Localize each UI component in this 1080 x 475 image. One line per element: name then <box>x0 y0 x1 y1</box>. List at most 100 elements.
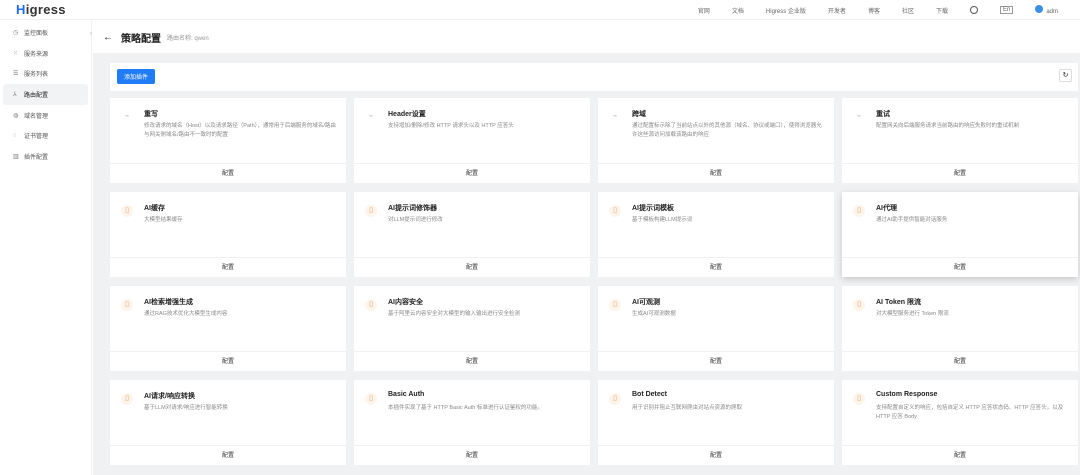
configure-button[interactable]: 配置 <box>598 351 834 371</box>
plugin-card: ▯ AI缓存 大模型结果缓存 配置 <box>110 192 346 277</box>
plugin-title: AI缓存 <box>144 205 165 212</box>
plugin-card: ▯ AI提示词模板 基于模板构建LLM提示词 配置 <box>598 192 834 277</box>
configure-button[interactable]: 配置 <box>354 257 590 277</box>
plug-icon: ⌁ <box>124 113 130 120</box>
plugin-card: ▯ AI可观测 生成AI可观测数据 配置 <box>598 286 834 371</box>
configure-button[interactable]: 配置 <box>842 257 1078 277</box>
plugin-icon: ▯ <box>609 299 621 311</box>
main-content: 添加插件 ↻ ⌁ 重写 修改请求的域名（Host）以及请求路径（Path），通常… <box>93 53 1080 475</box>
plugin-title: AI可观测 <box>632 299 660 306</box>
user-menu[interactable]: adm <box>1035 5 1080 15</box>
plugin-description: 大模型结果缓存 <box>144 217 183 223</box>
plugin-description: 生成AI可观测数据 <box>632 311 676 317</box>
sidebar-icon: ⅄ <box>13 91 17 98</box>
configure-button[interactable]: 配置 <box>110 445 346 465</box>
configure-button[interactable]: 配置 <box>354 163 590 183</box>
collapse-sidebar-icon[interactable]: ‹ <box>90 31 92 37</box>
sidebar-item[interactable]: ⅄ 路由配置 <box>3 84 88 105</box>
configure-button[interactable]: 配置 <box>110 257 346 277</box>
sidebar-item-label: 服务列表 <box>24 72 49 79</box>
configure-button[interactable]: 配置 <box>354 445 590 465</box>
plugin-icon: ▯ <box>365 205 377 217</box>
plugin-description: 本插件实现了基于 HTTP Basic Auth 标准进行认证鉴权的功能。 <box>388 405 543 411</box>
configure-button[interactable]: 配置 <box>598 163 834 183</box>
plugin-card: ⌁ Header设置 支持增加/删除/修改 HTTP 请求头以及 HTTP 应答… <box>354 98 590 183</box>
configure-button[interactable]: 配置 <box>842 163 1078 183</box>
nav-docs[interactable]: 文档 <box>732 6 744 15</box>
plugin-title: Header设置 <box>388 111 426 118</box>
plug-icon: ⌁ <box>612 113 618 120</box>
plugin-icon: ▯ <box>609 205 621 217</box>
sidebar-item-label: 插件配置 <box>24 154 49 161</box>
sidebar-item-label: 路由配置 <box>24 92 49 99</box>
plugin-card: ▯ Basic Auth 本插件实现了基于 HTTP Basic Auth 标准… <box>354 380 590 465</box>
plugin-icon: ▯ <box>365 299 377 311</box>
configure-button[interactable]: 配置 <box>842 445 1078 465</box>
plugin-card: ▯ AI请求/响应转换 基于LLM对请求/响应进行智能转换 配置 <box>110 380 346 465</box>
sidebar-item[interactable]: ▥ 插件配置 <box>3 146 88 167</box>
plug-icon: ⌁ <box>368 113 374 120</box>
language-toggle[interactable]: En <box>999 6 1014 14</box>
plugin-icon: ▯ <box>121 393 133 405</box>
plugin-card: ▯ AI提示词修饰器 对LLM提示词进行修改 配置 <box>354 192 590 277</box>
plugin-icon: ▯ <box>853 393 865 405</box>
plugin-description: 对大模型服务进行 Token 限流 <box>876 311 949 317</box>
refresh-icon[interactable]: ↻ <box>1059 69 1072 82</box>
logo[interactable]: Higress <box>16 2 66 17</box>
avatar <box>1035 5 1044 13</box>
plugin-title: AI请求/响应转换 <box>144 393 195 400</box>
top-bar: Higress 官网 文档 Higress 企业版 开发者 博客 社区 下载 E… <box>0 0 1080 20</box>
sidebar-item[interactable]: ⁙ 服务来源 <box>3 43 88 64</box>
sidebar-item-label: 监控面板 <box>24 30 49 37</box>
nav-official[interactable]: 官网 <box>698 6 710 15</box>
configure-button[interactable]: 配置 <box>842 351 1078 371</box>
plugin-title: AI代理 <box>876 205 897 212</box>
back-arrow-icon[interactable]: ← <box>103 32 113 43</box>
plugin-title: 重写 <box>144 111 158 118</box>
plugin-description: 配置网关向后端服务请求当前路由的响应失败时的重试机制 <box>876 123 1020 129</box>
plugin-title: AI内容安全 <box>388 299 423 306</box>
sidebar-item-label: 证书管理 <box>24 134 49 141</box>
sidebar-icon: ⁙ <box>13 50 19 57</box>
sidebar-item[interactable]: ◍ 域名管理 <box>3 105 88 126</box>
plugin-title: Bot Detect <box>632 391 668 398</box>
nav-community[interactable]: 社区 <box>902 6 914 15</box>
sidebar-item[interactable]: ◷ 监控面板 <box>3 22 88 43</box>
plugin-title: 重试 <box>876 111 890 118</box>
plugin-description: 对LLM提示词进行修改 <box>388 217 443 223</box>
plugin-description: 基于模板构建LLM提示词 <box>632 217 693 223</box>
nav-enterprise[interactable]: Higress 企业版 <box>766 6 806 15</box>
plugin-icon: ▯ <box>609 393 621 405</box>
plugin-card: ▯ AI内容安全 基于阿里云内容安全对大模型的输入输出进行安全检测 配置 <box>354 286 590 371</box>
plugin-title: AI提示词模板 <box>632 205 674 212</box>
nav-developer[interactable]: 开发者 <box>828 6 846 15</box>
plugin-card: ▯ Custom Response 支持配置自定义的响应，包括自定义 HTTP … <box>842 380 1078 465</box>
configure-button[interactable]: 配置 <box>598 257 834 277</box>
sidebar-icon: ◌ <box>13 132 17 139</box>
plugin-description: 支持配置自定义的响应，包括自定义 HTTP 应答状态码、HTTP 应答头，以及 … <box>876 405 1064 420</box>
plugin-description: 通过RAG技术优化大模型生成内容 <box>144 311 228 317</box>
plugin-title: AI检索增强生成 <box>144 299 193 306</box>
plugin-title: Basic Auth <box>388 391 425 398</box>
sidebar-item[interactable]: ◌ 证书管理 <box>3 125 88 146</box>
nav-blog[interactable]: 博客 <box>868 6 880 15</box>
github-icon[interactable] <box>969 6 978 14</box>
plugin-description: 通过AI助手提供智能对话服务 <box>876 217 948 223</box>
add-plugin-button[interactable]: 添加插件 <box>117 69 155 84</box>
plug-icon: ⌁ <box>856 113 862 120</box>
plugin-description: 基于LLM对请求/响应进行智能转换 <box>144 405 228 411</box>
plugin-icon: ▯ <box>365 393 377 405</box>
plugin-description: 修改请求的域名（Host）以及请求路径（Path），通常用于后端服务的域名/路由… <box>144 123 336 138</box>
plugin-title: AI提示词修饰器 <box>388 205 437 212</box>
sidebar-icon: ☰ <box>13 71 19 78</box>
configure-button[interactable]: 配置 <box>110 351 346 371</box>
configure-button[interactable]: 配置 <box>598 445 834 465</box>
sidebar-icon: ▥ <box>13 153 19 160</box>
plugin-grid: ⌁ 重写 修改请求的域名（Host）以及请求路径（Path），通常用于后端服务的… <box>110 98 1078 465</box>
nav-download[interactable]: 下载 <box>936 6 948 15</box>
configure-button[interactable]: 配置 <box>354 351 590 371</box>
plugin-card: ▯ AI Token 限流 对大模型服务进行 Token 限流 配置 <box>842 286 1078 371</box>
sidebar-item[interactable]: ☰ 服务列表 <box>3 63 88 84</box>
configure-button[interactable]: 配置 <box>110 163 346 183</box>
sidebar-item-label: 域名管理 <box>24 113 49 120</box>
